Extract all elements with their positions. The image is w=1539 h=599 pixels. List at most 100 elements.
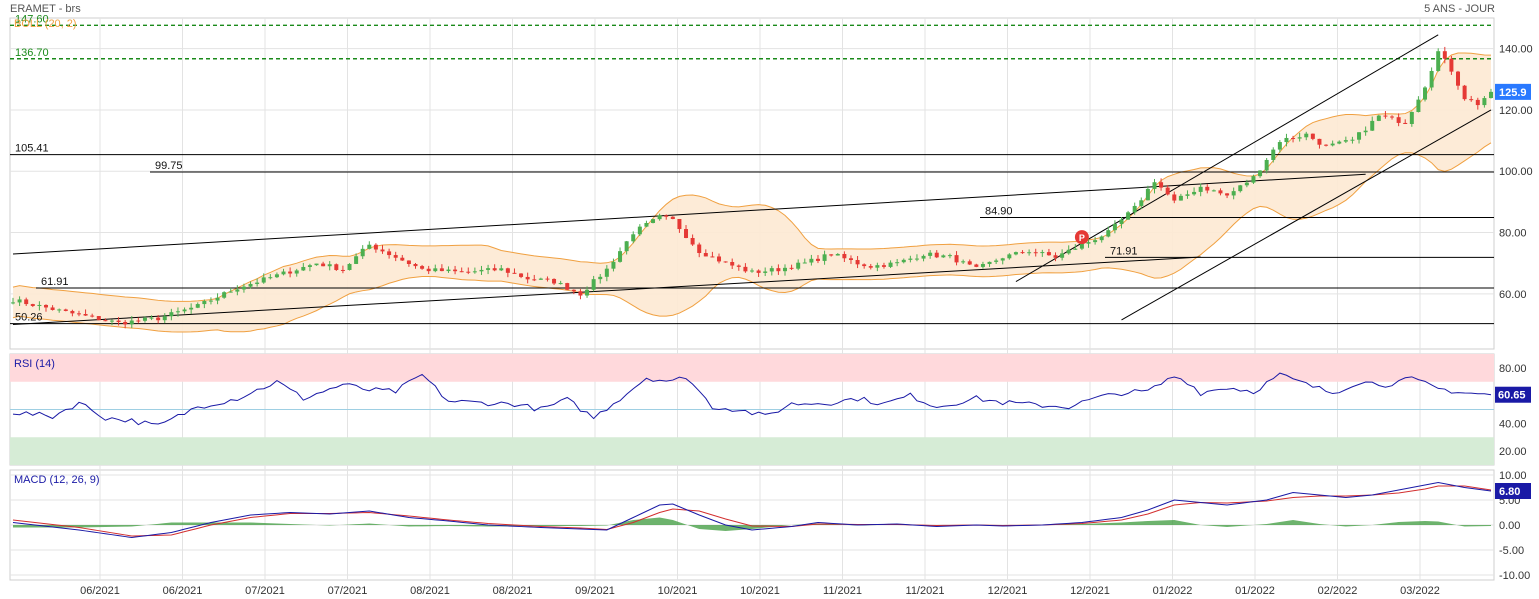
candle bbox=[1007, 254, 1012, 259]
candle bbox=[149, 317, 154, 319]
candle bbox=[1304, 133, 1309, 138]
candle bbox=[743, 266, 748, 272]
candle bbox=[552, 278, 557, 284]
candle bbox=[1324, 144, 1329, 146]
candle bbox=[888, 262, 893, 267]
candle bbox=[1218, 190, 1223, 194]
candle bbox=[83, 313, 88, 316]
candle bbox=[763, 271, 768, 273]
candle bbox=[1376, 115, 1381, 121]
candle bbox=[1205, 186, 1210, 191]
price-y-tick: 140.00 bbox=[1499, 44, 1533, 56]
candle bbox=[1185, 194, 1190, 196]
candle bbox=[934, 252, 939, 258]
candle bbox=[314, 263, 319, 266]
candle bbox=[169, 312, 174, 317]
candle bbox=[868, 266, 873, 268]
macd-legend: MACD (12, 26, 9) bbox=[14, 474, 100, 486]
candle bbox=[30, 304, 35, 306]
candle bbox=[1093, 240, 1098, 243]
candle bbox=[90, 315, 95, 317]
candle bbox=[585, 289, 590, 296]
candle bbox=[848, 258, 853, 261]
candle bbox=[1363, 130, 1368, 133]
candle bbox=[162, 316, 167, 321]
candle bbox=[1139, 200, 1144, 206]
candle bbox=[1449, 58, 1454, 72]
candle bbox=[644, 222, 649, 227]
candle bbox=[637, 226, 642, 235]
x-tick-label: 12/2021 bbox=[988, 585, 1028, 597]
macd-y-tick: 0.00 bbox=[1499, 520, 1520, 532]
candle bbox=[631, 234, 636, 242]
candle bbox=[195, 304, 200, 308]
candle bbox=[908, 258, 913, 260]
candle bbox=[1119, 219, 1124, 224]
candle bbox=[380, 249, 385, 252]
candle bbox=[1423, 87, 1428, 100]
candle bbox=[63, 309, 68, 311]
candle bbox=[11, 302, 15, 304]
candle bbox=[334, 264, 339, 270]
candle bbox=[1475, 99, 1480, 106]
x-tick-label: 07/2021 bbox=[328, 585, 368, 597]
candle bbox=[387, 251, 392, 256]
candle bbox=[684, 229, 689, 239]
candle bbox=[1456, 71, 1461, 86]
x-tick-label: 11/2021 bbox=[823, 585, 862, 597]
candle bbox=[1112, 223, 1117, 231]
candle bbox=[1343, 140, 1348, 142]
candle bbox=[1258, 170, 1263, 177]
candle bbox=[967, 261, 972, 265]
level-label-3: 99.75 bbox=[155, 160, 183, 172]
candle bbox=[479, 269, 484, 272]
candle bbox=[1132, 205, 1137, 213]
x-tick-label: 06/2021 bbox=[80, 585, 120, 597]
candle bbox=[406, 260, 411, 265]
candle bbox=[961, 261, 966, 263]
candle bbox=[538, 278, 543, 280]
candle bbox=[525, 276, 530, 280]
candle bbox=[1284, 137, 1289, 143]
candle bbox=[182, 309, 187, 312]
candle bbox=[1462, 85, 1467, 100]
candle bbox=[327, 264, 332, 267]
candle bbox=[1060, 253, 1065, 258]
candle bbox=[129, 320, 134, 325]
candle bbox=[499, 268, 504, 271]
candle bbox=[604, 268, 609, 277]
candle bbox=[1383, 115, 1388, 117]
candle bbox=[1436, 51, 1441, 71]
candle bbox=[208, 300, 213, 302]
candle bbox=[717, 256, 722, 262]
candle bbox=[1198, 186, 1203, 192]
candle bbox=[433, 268, 438, 272]
level-label-5: 71.91 bbox=[1110, 245, 1138, 257]
level-label-7: 50.26 bbox=[15, 312, 43, 324]
candle bbox=[202, 301, 207, 305]
candle bbox=[136, 320, 141, 322]
candle bbox=[142, 317, 147, 321]
candle bbox=[116, 320, 121, 322]
candle bbox=[512, 272, 517, 274]
candle bbox=[255, 282, 260, 284]
candle bbox=[24, 299, 29, 305]
candle bbox=[222, 292, 227, 298]
candle bbox=[895, 262, 900, 264]
macd-y-tick: 10.00 bbox=[1499, 470, 1527, 482]
candle bbox=[486, 268, 491, 270]
candle bbox=[1231, 191, 1236, 196]
candle bbox=[1390, 116, 1395, 118]
candle bbox=[1086, 242, 1091, 244]
candle bbox=[466, 271, 471, 273]
candle bbox=[156, 317, 161, 321]
candle bbox=[947, 255, 952, 257]
rsi-oversold-zone bbox=[10, 437, 1494, 465]
candle bbox=[235, 289, 240, 292]
candle bbox=[393, 255, 398, 258]
x-tick-label: 07/2021 bbox=[245, 585, 285, 597]
x-tick-label: 02/2022 bbox=[1318, 585, 1358, 597]
candle bbox=[802, 262, 807, 264]
candle bbox=[505, 268, 510, 273]
candle bbox=[1053, 255, 1058, 258]
